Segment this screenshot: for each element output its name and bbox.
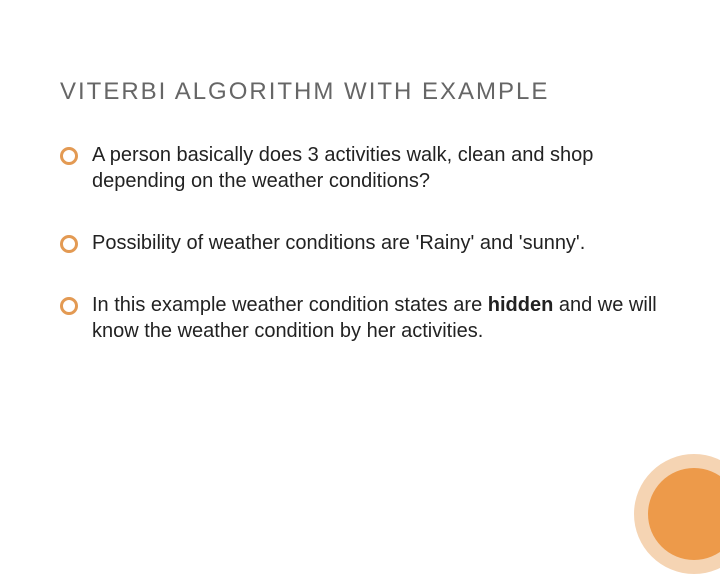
list-item: A person basically does 3 activities wal… [60,142,660,194]
list-item: Possibility of weather conditions are 'R… [60,230,660,256]
bullet-text: Possibility of weather conditions are 'R… [92,230,660,256]
slide-title: VITERBI ALGORITHM WITH EXAMPLE [60,78,660,106]
ring-bullet-icon [60,235,78,253]
bullet-text: In this example weather condition states… [92,292,660,344]
bullet-text: A person basically does 3 activities wal… [92,142,660,194]
list-item: In this example weather condition states… [60,292,660,344]
corner-decoration [634,454,720,574]
ring-bullet-icon [60,147,78,165]
bullet-list: A person basically does 3 activities wal… [60,142,660,344]
ring-bullet-icon [60,297,78,315]
slide: VITERBI ALGORITHM WITH EXAMPLE A person … [0,0,720,540]
